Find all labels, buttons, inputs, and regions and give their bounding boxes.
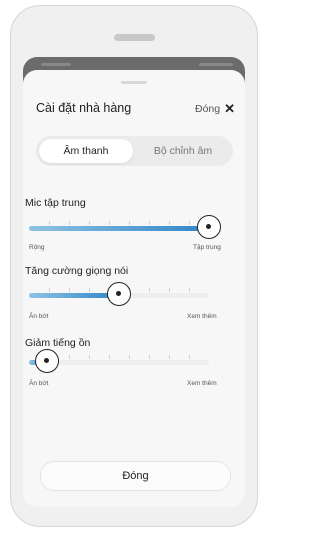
slider-tick (69, 355, 70, 359)
background-bar (41, 63, 71, 66)
tab-bar: Âm thanh Bộ chỉnh âm (36, 136, 233, 166)
slider-tick (169, 221, 170, 225)
voice-boost-slider[interactable] (29, 280, 231, 310)
slider-tick (49, 221, 50, 225)
noise-reduction-slider[interactable] (29, 347, 231, 377)
slider-tick (189, 288, 190, 292)
slider-tick (89, 221, 90, 225)
sheet-drag-handle[interactable] (121, 81, 147, 84)
slider-tick (189, 355, 190, 359)
slider-tick (169, 355, 170, 359)
close-button[interactable]: Đóng (40, 461, 231, 491)
slider-tick (49, 288, 50, 292)
slider-tick (149, 221, 150, 225)
phone-speaker (114, 34, 155, 41)
tab-sound[interactable]: Âm thanh (39, 139, 133, 163)
slider-label-voice-boost: Tăng cường giọng nói (25, 265, 129, 277)
background-bar (199, 63, 233, 66)
slider-knob[interactable] (107, 282, 131, 306)
slider-min-label: Rộng (29, 244, 45, 251)
slider-min-label: Ăn bớt (29, 313, 49, 320)
slider-tick (69, 288, 70, 292)
close-top-button[interactable]: Đóng ✕ (194, 101, 235, 116)
slider-max-label: Tập trung (193, 244, 221, 251)
slider-tick (129, 355, 130, 359)
settings-sheet: Cài đặt nhà hàng Đóng ✕ Âm thanh Bộ chỉn… (23, 70, 245, 507)
slider-label-mic-focus: Mic tập trung (25, 197, 86, 209)
slider-knob[interactable] (197, 215, 221, 239)
sheet-title: Cài đặt nhà hàng (36, 101, 132, 115)
mic-focus-slider[interactable] (29, 213, 231, 243)
slider-max-label: Xem thêm (187, 380, 217, 387)
slider-tick (149, 355, 150, 359)
slider-tick (109, 221, 110, 225)
slider-tick (109, 355, 110, 359)
slider-min-label: Ăn bớt (29, 380, 49, 387)
slider-tick (69, 221, 70, 225)
tab-equalizer[interactable]: Bộ chỉnh âm (136, 139, 230, 163)
slider-tick (89, 355, 90, 359)
slider-tick (169, 288, 170, 292)
slider-max-label: Xem thêm (187, 313, 217, 320)
close-top-label: Đóng (194, 103, 221, 115)
close-x-icon: ✕ (224, 101, 235, 116)
slider-fill (29, 293, 119, 298)
slider-tick (89, 288, 90, 292)
slider-knob[interactable] (35, 349, 59, 373)
slider-fill (29, 226, 209, 231)
slider-tick (149, 288, 150, 292)
slider-tick (129, 221, 130, 225)
slider-tick (189, 221, 190, 225)
